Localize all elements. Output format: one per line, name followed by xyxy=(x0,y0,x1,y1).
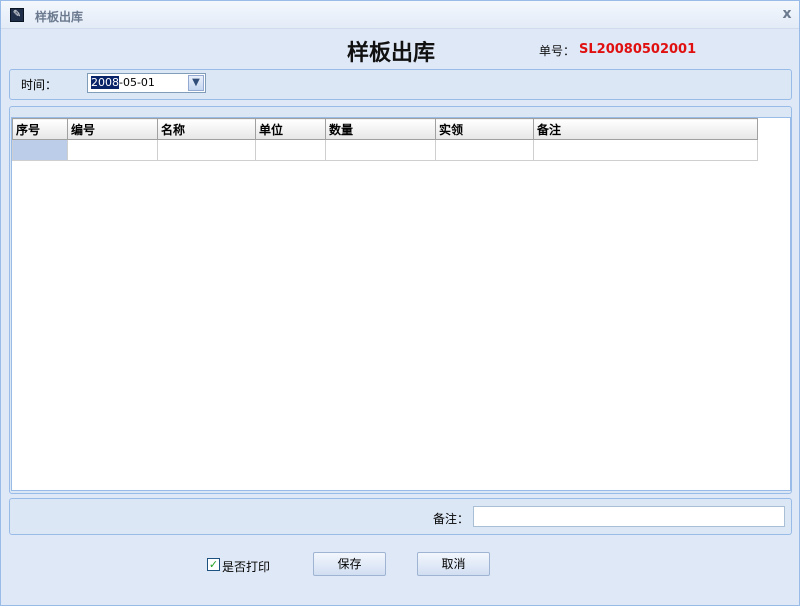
cell-received[interactable] xyxy=(435,139,534,161)
column-header-seq[interactable]: 序号 xyxy=(12,118,68,140)
date-rest-part: -05-01 xyxy=(119,76,155,89)
print-checkbox[interactable]: ✓ xyxy=(207,558,220,571)
cell-quantity[interactable] xyxy=(325,139,436,161)
column-header-quantity[interactable]: 数量 xyxy=(325,118,436,140)
items-table: 序号 编号 名称 单位 数量 实领 备注 xyxy=(12,118,758,161)
title-bar: ✎ 样板出库 x xyxy=(1,1,799,29)
cell-name[interactable] xyxy=(157,139,256,161)
sample-outbound-window: ✎ 样板出库 x 样板出库 单号： SL20080502001 时间： 2008… xyxy=(0,0,800,606)
order-number-label: 单号： xyxy=(539,44,576,58)
cell-code[interactable] xyxy=(67,139,158,161)
order-number-value: SL20080502001 xyxy=(579,42,697,57)
close-button[interactable]: x xyxy=(779,6,795,22)
cell-seq[interactable] xyxy=(12,139,68,161)
date-dropdown-icon[interactable]: ▼ xyxy=(188,75,204,91)
items-grid[interactable]: 序号 编号 名称 单位 数量 实领 备注 xyxy=(11,117,791,491)
date-value[interactable]: 2008-05-01 xyxy=(91,76,155,89)
app-icon: ✎ xyxy=(10,8,24,22)
cell-unit[interactable] xyxy=(255,139,326,161)
window-title: 样板出库 xyxy=(35,10,84,24)
column-header-remark[interactable]: 备注 xyxy=(533,118,758,140)
cancel-button[interactable]: 取消 xyxy=(417,552,490,576)
cell-remark[interactable] xyxy=(533,139,758,161)
date-selected-part: 2008 xyxy=(91,76,119,89)
column-header-name[interactable]: 名称 xyxy=(157,118,256,140)
column-header-code[interactable]: 编号 xyxy=(67,118,158,140)
page-title: 样板出库 xyxy=(347,40,436,66)
save-button[interactable]: 保存 xyxy=(313,552,386,576)
time-label: 时间： xyxy=(21,78,58,92)
remark-input[interactable] xyxy=(473,506,785,527)
date-picker[interactable]: 2008-05-01 ▼ xyxy=(87,73,206,93)
print-checkbox-label[interactable]: 是否打印 xyxy=(222,558,270,575)
table-row[interactable] xyxy=(12,139,758,161)
column-header-unit[interactable]: 单位 xyxy=(255,118,326,140)
column-header-received[interactable]: 实领 xyxy=(435,118,534,140)
remark-label: 备注： xyxy=(433,512,470,526)
table-header-row: 序号 编号 名称 单位 数量 实领 备注 xyxy=(12,118,758,140)
